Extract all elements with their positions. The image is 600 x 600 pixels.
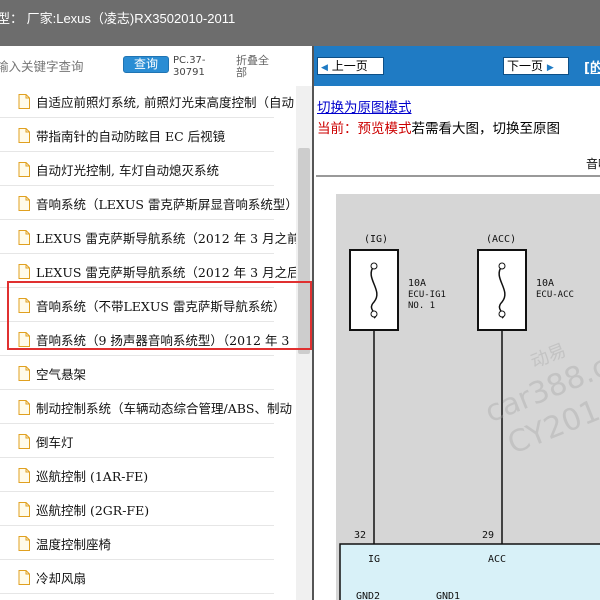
left-panel: 查询 PC.37-30791 折叠全部 自适应前照灯系统, 前照灯光束高度控制（… [0,46,312,600]
document-icon [18,468,30,483]
fuse1-terminal-top [370,262,378,270]
next-page-label: 下一页 [507,59,544,73]
document-icon [18,128,30,143]
tree-item[interactable] [0,594,296,600]
tree-item-label: 空气悬架 [36,367,87,382]
tree-item[interactable]: 温度控制座椅 [0,526,296,560]
document-icon [18,536,30,551]
tree-item-label: 倒车灯 [36,435,74,450]
tree-item-label: 巡航控制 (1AR-FE) [36,469,149,484]
document-icon [18,434,30,449]
signal-gnd1: GND1 [436,591,460,600]
tree-item[interactable]: 巡航控制 (2GR-FE) [0,492,296,526]
fuse1-tag: (IG) [364,234,388,245]
fuse1-terminal-bottom [370,310,378,318]
search-button[interactable]: 查询 [123,56,169,73]
viewer-panel: ◀ 上一页 下一页 ▶ [的 切换为原图模式 当前：预览模式若需看大图，切换至原… [312,46,600,600]
pc-code-label: PC.37-30791 [173,55,206,78]
tree-item[interactable]: 冷却风扇 [0,560,296,594]
fuse2-terminal-bottom [498,310,506,318]
fuse2-name: ECU-ACC [536,290,574,300]
prev-page-label: 上一页 [331,59,368,73]
switch-original-link[interactable]: 切换为原图模式 [317,96,412,116]
document-icon [18,400,30,415]
tree-item[interactable]: 空气悬架 [0,356,296,390]
signal-acc: ACC [488,554,506,565]
tree-item[interactable]: 自动灯光控制, 车灯自动熄灭系统 [0,152,296,186]
document-icon [18,570,30,585]
wiring-diagram: 音响 (IG) 10A ECU-IG1 NO. 1 (ACC) 10A ECU-… [316,154,600,600]
highlight-box [7,281,312,350]
document-icon [18,502,30,517]
signal-gnd2: GND2 [356,591,380,600]
status-mode: 当前：预览模式 [317,121,412,137]
tree-item-label: 音响系统（LEXUS 雷克萨斯屏显音响系统型） [36,197,296,212]
tree-item[interactable]: 带指南针的自动防眩目 EC 后视镜 [0,118,296,152]
window-title: 车型： 厂家:Lexus（凌志)RX3502010-2011 [0,11,236,26]
tree-item[interactable]: 巡航控制 (1AR-FE) [0,458,296,492]
tree-item-label: LEXUS 雷克萨斯导航系统（2012 年 3 月之前 [36,231,296,246]
tree-item[interactable]: 音响系统（LEXUS 雷克萨斯屏显音响系统型） [0,186,296,220]
fuse1-rating: 10A [408,278,426,289]
next-page-button[interactable]: 下一页 ▶ [503,57,569,75]
arrow-left-icon: ◀ [321,63,328,73]
tree-item-label: LEXUS 雷克萨斯导航系统（2012 年 3 月之后 [36,265,296,280]
pin-32: 32 [354,530,366,541]
tree-item[interactable]: 制动控制系统（车辆动态综合管理/ABS、制动 [0,390,296,424]
status-hint: 若需看大图，切换至原图 [411,121,561,137]
tree-item[interactable]: 自适应前照灯系统, 前照灯光束高度控制（自动 [0,86,296,118]
window-title-bar: 车型： 厂家:Lexus（凌志)RX3502010-2011 [0,0,600,46]
search-row: 查询 PC.37-30791 折叠全部 [0,46,312,86]
document-icon [18,94,30,109]
tree-item-label: 自动灯光控制, 车灯自动熄灭系统 [36,163,219,178]
arrow-right-icon: ▶ [546,63,554,73]
tree-item-label: 制动控制系统（车辆动态综合管理/ABS、制动 [36,401,292,416]
signal-ig: IG [368,554,380,565]
document-icon [18,230,30,245]
collapse-all-link[interactable]: 折叠全部 [236,55,278,79]
fuse1-name2: NO. 1 [408,301,435,311]
tree-item-label: 自适应前照灯系统, 前照灯光束高度控制（自动 [36,95,294,110]
tree-item-label: 带指南针的自动防眩目 EC 后视镜 [36,129,226,144]
fuse2-rating: 10A [536,278,554,289]
tree-item[interactable]: LEXUS 雷克萨斯导航系统（2012 年 3 月之前 [0,220,296,254]
diagram-header: 音响 [586,156,600,171]
pin-29: 29 [482,530,494,541]
document-icon [18,264,30,279]
tree-item[interactable]: 倒车灯 [0,424,296,458]
document-icon [18,162,30,177]
document-icon [18,366,30,381]
nav-extra-link[interactable]: [的 [584,57,600,76]
document-icon [18,196,30,211]
fuse2-tag: (ACC) [486,234,516,245]
fuse1-name: ECU-IG1 [408,290,446,300]
tree-item-label: 温度控制座椅 [36,537,112,552]
page-nav-bar: ◀ 上一页 下一页 ▶ [的 [314,46,600,86]
tree-item-label: 冷却风扇 [36,571,87,586]
fuse2-terminal-top [498,262,506,270]
prev-page-button[interactable]: ◀ 上一页 [317,57,384,75]
search-input[interactable] [0,55,114,77]
status-line: 当前：预览模式若需看大图，切换至原图 [317,117,560,137]
tree-item-label: 巡航控制 (2GR-FE) [36,503,150,518]
